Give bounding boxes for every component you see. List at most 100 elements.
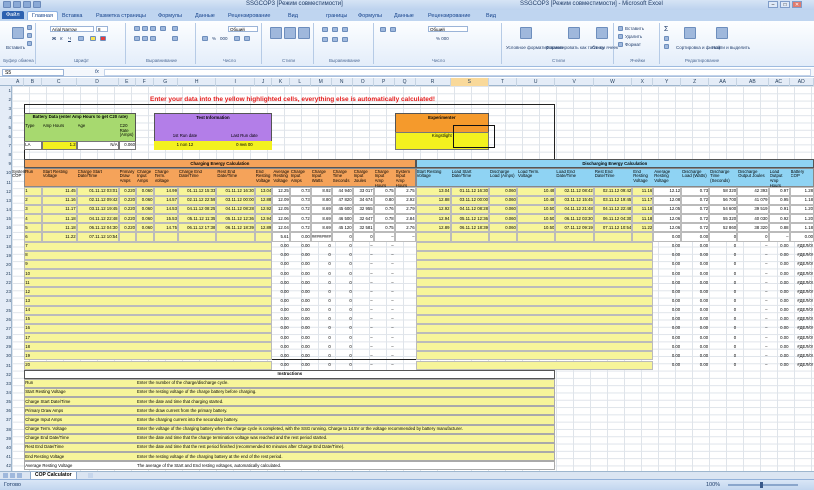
number-format-combo-2[interactable]: Общий xyxy=(428,26,468,32)
charge-cell-5-2[interactable]: 07.11.12 10:54 xyxy=(78,234,117,239)
column-header-aa[interactable]: AA xyxy=(709,78,738,86)
discharge-cell-4-0[interactable]: 12.89 xyxy=(417,225,450,230)
battery-value-0[interactable]: LA xyxy=(25,142,40,147)
tab-data-2[interactable]: Данные xyxy=(394,13,414,19)
tab-data[interactable]: Данные xyxy=(195,13,215,19)
column-header-p[interactable]: P xyxy=(374,78,395,86)
format-table-icon[interactable] xyxy=(284,27,296,39)
delete-cells-label[interactable]: Удалить xyxy=(625,34,642,39)
discharge-cell-2-4[interactable]: 04.11.12 21:48 xyxy=(556,206,592,211)
charge-cell-0-5[interactable]: 14.99 xyxy=(155,188,177,193)
row-header-11[interactable]: 11 xyxy=(0,179,12,186)
row-header-8[interactable]: 8 xyxy=(0,151,12,158)
charge-cell-3-2[interactable]: 04.11.12 22:48 xyxy=(78,216,117,221)
charge-cell-4-6[interactable]: 06.11.12 17:38 xyxy=(179,225,215,230)
discharge-cell-0-1[interactable]: 01.11.12 16:30 xyxy=(452,188,488,193)
format-cells-label[interactable]: Формат xyxy=(625,42,641,47)
discharge-cell-2-1[interactable]: 04.11.12 08:28 xyxy=(452,206,488,211)
font-color-icon[interactable] xyxy=(100,36,106,41)
charge-cell-3-4[interactable]: 0.060 xyxy=(137,216,153,221)
cell-styles-icon[interactable] xyxy=(298,27,310,39)
discharge-cell-4-4[interactable]: 07.11.12 09:19 xyxy=(556,225,592,230)
discharge-cell-3-2[interactable]: 0.060 xyxy=(490,216,516,221)
tab-page-layout[interactable]: Разметка страницы xyxy=(96,13,146,19)
charge-cell-0-8[interactable]: 13.04 xyxy=(256,188,272,193)
charge-cell-0-0[interactable]: 1 xyxy=(25,188,40,193)
charge-cell-1-4[interactable]: 0.060 xyxy=(137,197,153,202)
copy-icon[interactable] xyxy=(27,33,32,38)
discharge-cell-2-6[interactable]: 11.18 xyxy=(633,206,652,211)
zoom-slider[interactable] xyxy=(728,484,798,486)
insert-cells-icon[interactable] xyxy=(618,26,623,31)
charge-cell-1-7[interactable]: 03.11.12 00:00 xyxy=(217,197,254,202)
tab-file[interactable]: Файл xyxy=(2,11,24,19)
align-middle-icon-2[interactable] xyxy=(332,27,338,32)
column-header-ab[interactable]: AB xyxy=(737,78,769,86)
charge-cell-0-6[interactable]: 01.11.12 15:33 xyxy=(179,188,215,193)
column-header-q[interactable]: Q xyxy=(395,78,416,86)
column-header-d[interactable]: D xyxy=(77,78,119,86)
row-header-6[interactable]: 6 xyxy=(0,133,12,140)
formula-input[interactable] xyxy=(104,69,811,76)
undo-icon[interactable] xyxy=(23,1,31,8)
tab-view-2[interactable]: Вид xyxy=(486,13,496,19)
percent-button[interactable]: % xyxy=(212,36,216,41)
wrap-text-icon[interactable] xyxy=(172,26,178,31)
discharge-cell-4-6[interactable]: 11.22 xyxy=(633,225,652,230)
row-header-36[interactable]: 36 xyxy=(0,407,12,414)
discharge-cell-2-2[interactable]: 0.060 xyxy=(490,206,516,211)
column-header-i[interactable]: I xyxy=(216,78,255,86)
zoom-slider-thumb[interactable] xyxy=(760,482,763,488)
align-center-icon[interactable] xyxy=(142,36,148,41)
first-sheet-icon[interactable] xyxy=(3,473,8,478)
currency-icon[interactable] xyxy=(202,36,208,41)
charge-cell-0-4[interactable]: 0.060 xyxy=(137,188,153,193)
worksheet-grid[interactable]: Battery Data (enter Amp Hours to get C20… xyxy=(12,86,814,471)
row-header-16[interactable]: 16 xyxy=(0,224,12,231)
column-header-f[interactable]: F xyxy=(136,78,154,86)
align-center-icon-2[interactable] xyxy=(332,37,338,42)
discharge-cell-2-3[interactable]: 10.50 xyxy=(518,206,555,211)
charge-cell-5-1[interactable]: 11.22 xyxy=(43,234,75,239)
row-header-26[interactable]: 26 xyxy=(0,316,12,323)
discharge-cell-2-5[interactable]: 04.11.12 22:48 xyxy=(595,206,631,211)
save-icon[interactable] xyxy=(13,1,21,8)
bold-button[interactable]: Ж xyxy=(52,36,56,41)
row-header-14[interactable]: 14 xyxy=(0,206,12,213)
discharge-cell-0-0[interactable]: 13.04 xyxy=(417,188,450,193)
row-header-32[interactable]: 32 xyxy=(0,371,12,378)
font-name-combo[interactable]: Arial Narrow xyxy=(50,26,94,32)
tab-formulas-2[interactable]: Формулы xyxy=(358,13,382,19)
tab-formulas[interactable]: Формулы xyxy=(158,13,182,19)
column-header-n[interactable]: N xyxy=(332,78,353,86)
insert-sheet-icon[interactable] xyxy=(88,473,93,478)
discharge-cell-4-3[interactable]: 10.50 xyxy=(518,225,555,230)
row-header-35[interactable]: 35 xyxy=(0,398,12,405)
row-header-31[interactable]: 31 xyxy=(0,362,12,369)
discharge-cell-1-3[interactable]: 10.48 xyxy=(518,197,555,202)
row-header-4[interactable]: 4 xyxy=(0,114,12,121)
tab-borders[interactable]: границы xyxy=(326,13,347,19)
fill-color-icon[interactable] xyxy=(90,36,96,41)
charge-cell-0-7[interactable]: 01.11.12 16:30 xyxy=(217,188,254,193)
merge-cells-icon[interactable] xyxy=(172,36,178,41)
excel-logo-icon[interactable] xyxy=(3,1,11,8)
row-header-18[interactable]: 18 xyxy=(0,243,12,250)
tab-review-2[interactable]: Рецензирование xyxy=(428,13,470,19)
tab-review[interactable]: Рецензирование xyxy=(228,13,270,19)
row-header-13[interactable]: 13 xyxy=(0,197,12,204)
conditional-format-icon-2[interactable] xyxy=(520,27,532,39)
discharge-cell-1-1[interactable]: 03.11.12 00:00 xyxy=(452,197,488,202)
tab-insert[interactable]: Вставка xyxy=(62,13,82,19)
column-header-u[interactable]: U xyxy=(517,78,556,86)
row-header-17[interactable]: 17 xyxy=(0,233,12,240)
paste-icon[interactable] xyxy=(12,27,24,39)
column-header-h[interactable]: H xyxy=(178,78,217,86)
discharge-cell-0-4[interactable]: 02.11.12 08:42 xyxy=(556,188,592,193)
column-header-s[interactable]: S xyxy=(450,78,489,86)
row-header-33[interactable]: 33 xyxy=(0,380,12,387)
tab-home[interactable]: Главная xyxy=(27,11,58,20)
column-header-ac[interactable]: AC xyxy=(769,78,790,86)
battery-value-2[interactable]: N/A xyxy=(78,142,117,147)
discharge-cell-2-0[interactable]: 12.92 xyxy=(417,206,450,211)
